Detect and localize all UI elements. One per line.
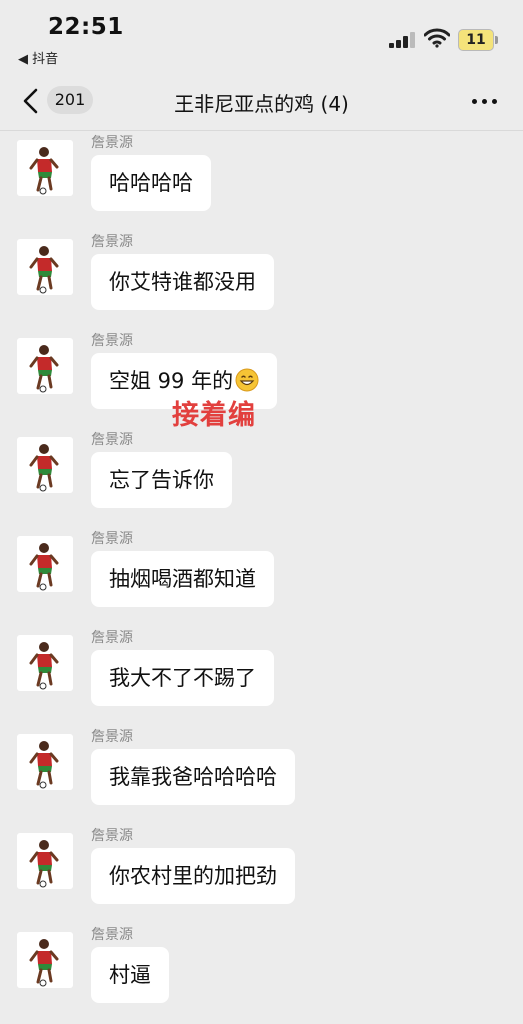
avatar[interactable]	[17, 338, 73, 394]
message-bubble[interactable]: 你农村里的加把劲	[91, 848, 295, 904]
sender-name: 詹景源	[91, 432, 133, 448]
message-bubble[interactable]: 你艾特谁都没用	[91, 254, 274, 310]
message-text: 你农村里的加把劲	[109, 864, 277, 888]
avatar[interactable]	[17, 437, 73, 493]
chat-title: 王非尼亚点的鸡 (4)	[174, 92, 349, 116]
sender-name: 詹景源	[91, 828, 133, 844]
avatar[interactable]	[17, 536, 73, 592]
sender-name: 詹景源	[91, 531, 133, 547]
wifi-icon	[424, 28, 450, 48]
battery-icon: 11	[458, 29, 498, 51]
avatar[interactable]	[17, 635, 73, 691]
more-options-icon[interactable]	[468, 86, 502, 116]
sender-name: 詹景源	[91, 135, 133, 151]
message-row: 詹景源 忘了告诉你	[0, 428, 523, 527]
message-bubble[interactable]: 我靠我爸哈哈哈哈	[91, 749, 295, 805]
clock: 22:51	[48, 14, 124, 40]
message-list[interactable]: 詹景源 哈哈哈哈 詹景源 你艾特谁都没用 詹景源 空姐 99 年的 詹景源 忘了…	[0, 131, 523, 1024]
message-row: 詹景源 你农村里的加把劲	[0, 824, 523, 923]
message-row: 詹景源 你艾特谁都没用	[0, 230, 523, 329]
message-text: 我大不了不踢了	[109, 666, 256, 690]
message-row: 詹景源 我靠我爸哈哈哈哈	[0, 725, 523, 824]
message-bubble[interactable]: 村逼	[91, 947, 169, 1003]
message-text: 我靠我爸哈哈哈哈	[109, 765, 277, 789]
message-bubble[interactable]: 我大不了不踢了	[91, 650, 274, 706]
message-row: 詹景源 空姐 99 年的	[0, 329, 523, 428]
sender-name: 詹景源	[91, 630, 133, 646]
grinning-face-icon	[235, 368, 259, 392]
sender-name: 詹景源	[91, 234, 133, 250]
sender-name: 詹景源	[91, 927, 133, 943]
unread-count-badge[interactable]: 201	[47, 86, 93, 114]
message-text: 你艾特谁都没用	[109, 270, 256, 294]
battery-level: 11	[466, 32, 486, 48]
chat-header: 201 王非尼亚点的鸡 (4)	[0, 72, 523, 131]
message-row: 詹景源 我大不了不踢了	[0, 626, 523, 725]
avatar[interactable]	[17, 140, 73, 196]
back-chevron-icon[interactable]	[18, 86, 44, 116]
message-text: 抽烟喝酒都知道	[109, 567, 256, 591]
avatar[interactable]	[17, 734, 73, 790]
message-row: 詹景源 村逼	[0, 923, 523, 1022]
message-text: 空姐 99 年的	[109, 369, 234, 393]
message-bubble[interactable]: 抽烟喝酒都知道	[91, 551, 274, 607]
back-to-app-link[interactable]: ◀ 抖音	[18, 48, 58, 67]
avatar[interactable]	[17, 932, 73, 988]
overlay-caption: 接着编	[172, 400, 256, 431]
cellular-signal-icon	[389, 32, 419, 48]
message-bubble[interactable]: 哈哈哈哈	[91, 155, 211, 211]
message-bubble[interactable]: 忘了告诉你	[91, 452, 232, 508]
message-text: 哈哈哈哈	[109, 171, 193, 195]
message-row: 詹景源 抽烟喝酒都知道	[0, 527, 523, 626]
status-bar: 22:51 ◀ 抖音 11	[0, 0, 523, 70]
message-row: 詹景源 哈哈哈哈	[0, 131, 523, 230]
message-text: 忘了告诉你	[109, 468, 214, 492]
sender-name: 詹景源	[91, 333, 133, 349]
message-text: 村逼	[109, 963, 151, 987]
avatar[interactable]	[17, 833, 73, 889]
avatar[interactable]	[17, 239, 73, 295]
sender-name: 詹景源	[91, 729, 133, 745]
